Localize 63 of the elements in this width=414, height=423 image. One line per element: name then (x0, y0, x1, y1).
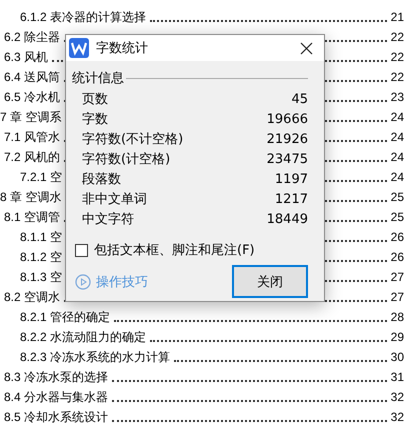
toc-entry-title: 6.3 风机 (4, 49, 48, 66)
stat-label: 字数 (82, 111, 108, 128)
toc-page-number: 22 (390, 69, 404, 86)
toc-entry-title: 8.4 分水器与集水器 (4, 389, 108, 406)
toc-page-number: 23 (390, 89, 404, 106)
toc-entry-title: 8.2.1 管径的确定 (20, 309, 110, 326)
toc-page-number: 25 (390, 209, 404, 226)
stat-value: 1197 (274, 172, 308, 186)
toc-page-number: 31 (390, 369, 404, 386)
toc-entry-title: 6.5 冷水机 (4, 89, 60, 106)
toc-page-number: 21 (390, 9, 404, 26)
toc-page-number: 24 (390, 149, 404, 166)
stat-value: 21926 (266, 132, 308, 146)
stat-label: 字符数(计空格) (82, 151, 170, 168)
toc-entry-title: 8.3 冷冻水泵的选择 (4, 369, 108, 386)
toc-page-number: 27 (390, 289, 404, 306)
checkbox[interactable] (75, 244, 88, 256)
toc-page-number: 24 (390, 109, 404, 126)
stat-value: 45 (291, 92, 308, 106)
toc-page-number: 26 (390, 249, 404, 266)
group-label: 统计信息 (72, 70, 124, 87)
toc-page-number: 25 (390, 189, 404, 206)
play-circle-icon (75, 274, 91, 290)
toc-page-number: 24 (390, 169, 404, 186)
dialog-title: 字数统计 (96, 40, 149, 57)
toc-page-number: 32 (390, 409, 404, 423)
toc-entry-title: 7.1 风管水 (4, 129, 60, 146)
toc-entry-title: 8.1.2 空 (20, 249, 62, 266)
toc-entry-title: 8 章 空调水 (0, 189, 62, 206)
stat-value: 1217 (274, 192, 308, 206)
toc-page-number: 26 (390, 229, 404, 246)
stat-label: 非中文单词 (82, 191, 147, 208)
close-button[interactable]: 关闭 (232, 265, 308, 298)
toc-page-number: 28 (390, 309, 404, 326)
stat-label: 字符数(不计空格) (82, 131, 184, 148)
toc-entry-title: 8.1.3 空 (20, 269, 62, 286)
toc-page-number: 32 (390, 389, 404, 406)
toc-entry-title: 8.1 空调管 (4, 209, 60, 226)
toc-page-number: 30 (390, 349, 404, 366)
toc-entry-title: 6.4 送风筒 (4, 69, 60, 86)
toc-entry-title: 6.2 除尘器 (4, 29, 60, 46)
toc-page-number: 22 (390, 29, 404, 46)
stat-label: 段落数 (82, 171, 121, 188)
toc-entry-title: 7.2 风机的 (4, 149, 60, 166)
toc-page-number: 24 (390, 129, 404, 146)
toc-entry-title: 6.1.2 表冷器的计算选择 (20, 9, 146, 26)
toc-page-number: 27 (390, 269, 404, 286)
stat-value: 23475 (266, 152, 308, 166)
toc-entry-title: 8.5 冷却水系统设计 (4, 409, 108, 423)
toc-entry-title: 7.2.1 空 (20, 169, 62, 186)
toc-page-number: 29 (390, 329, 404, 346)
stat-label: 页数 (82, 91, 108, 108)
toc-entry-title: 8.2 空调水 (4, 289, 60, 306)
toc-entry-title: 8.1.1 空 (20, 229, 62, 246)
toc-entry-title: 8.2.2 水流动阻力的确定 (20, 329, 146, 346)
checkbox-label: 包括文本框、脚注和尾注(F) (94, 242, 255, 259)
toc-entry-title: 7 章 空调系 (0, 109, 62, 126)
stat-label: 中文字符 (82, 211, 134, 228)
stat-value: 18449 (266, 212, 308, 226)
app-logo-icon (69, 38, 89, 58)
toc-page-number: 22 (390, 49, 404, 66)
stat-value: 19666 (266, 112, 308, 126)
toc-entry-title: 8.2.3 冷冻水系统的水力计算 (20, 349, 170, 366)
